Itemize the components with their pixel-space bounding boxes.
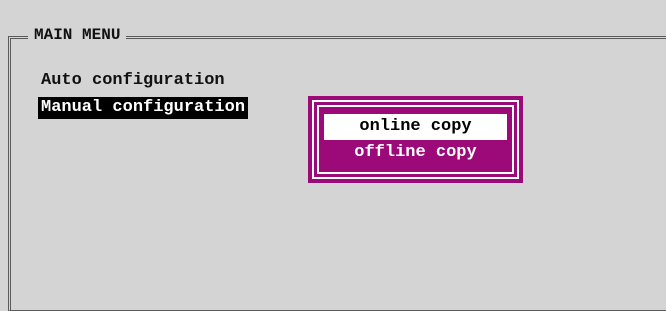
menu-item-manual-configuration[interactable]: Manual configuration: [38, 97, 249, 119]
option-online-copy[interactable]: online copy: [324, 114, 507, 140]
option-offline-copy[interactable]: offline copy: [324, 140, 507, 166]
main-menu-title: MAIN MENU: [28, 25, 127, 45]
bios-screen: MAIN MENU Auto configuration Manual conf…: [0, 0, 666, 311]
copy-mode-popup: online copy offline copy: [308, 96, 523, 183]
menu-item-auto-configuration[interactable]: Auto configuration: [38, 70, 228, 92]
